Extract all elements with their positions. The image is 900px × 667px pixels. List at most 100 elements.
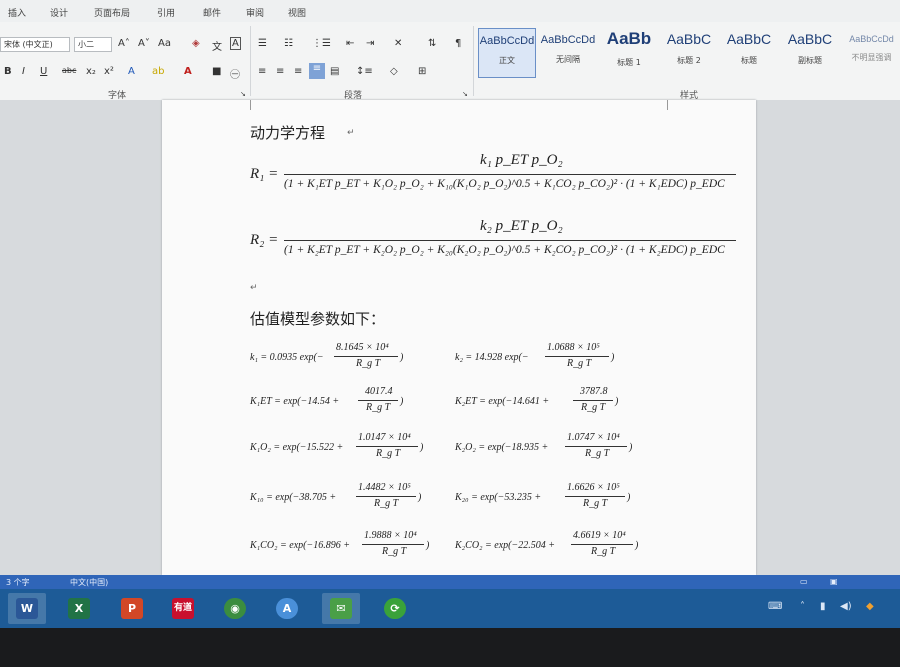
param-tail: ) bbox=[418, 492, 422, 503]
change-case-icon[interactable]: Aa bbox=[158, 38, 171, 49]
numbering-icon[interactable]: ☷ bbox=[284, 38, 293, 49]
style-no-spacing[interactable]: AaBbCcDd 无间隔 bbox=[540, 28, 596, 76]
bold-icon[interactable]: B bbox=[4, 66, 12, 77]
grow-font-icon[interactable]: A˄ bbox=[118, 38, 130, 49]
param-lhs: K₂O₂ = exp(−18.935 + bbox=[455, 442, 549, 453]
font-name-select[interactable]: 宋体 (中文正) bbox=[0, 37, 70, 52]
char-border-icon[interactable]: A bbox=[230, 37, 241, 50]
fraction-bar bbox=[545, 356, 609, 357]
equation-r1: R₁ = k₁ p_ET p_O₂ (1 + K₁ET p_ET + K₁O₂ … bbox=[250, 152, 740, 202]
fraction-bar bbox=[565, 446, 627, 447]
param-tail: ) bbox=[635, 540, 639, 551]
align-center-icon[interactable]: ≡ bbox=[276, 66, 284, 77]
superscript-icon[interactable]: x² bbox=[104, 66, 114, 77]
equation-lhs: R₁ = bbox=[250, 166, 279, 182]
fraction-bar bbox=[284, 240, 736, 241]
style-title[interactable]: AaBbC 标题 bbox=[721, 28, 777, 76]
tab-design[interactable]: 设计 bbox=[50, 6, 68, 19]
align-right-icon[interactable]: ≡ bbox=[294, 66, 302, 77]
param-tail: ) bbox=[420, 442, 424, 453]
param-denominator: R_g T bbox=[583, 498, 608, 509]
chrome-app-icon: ◉ bbox=[224, 598, 246, 619]
param-lhs: k₂ = 14.928 exp(− bbox=[455, 352, 529, 363]
line-spacing-icon[interactable]: ↕≡ bbox=[356, 66, 373, 77]
increase-indent-icon[interactable]: ⇥ bbox=[366, 38, 374, 49]
taskbar-app-youdao[interactable]: 有道 bbox=[164, 593, 202, 624]
tab-references[interactable]: 引用 bbox=[157, 6, 175, 19]
taskbar-app-360[interactable]: ⟳ bbox=[376, 593, 414, 624]
clear-format-icon[interactable]: ◈ bbox=[192, 38, 200, 49]
tab-mailings[interactable]: 邮件 bbox=[203, 6, 221, 19]
paragraph-dialog-launcher-icon[interactable]: ↘ bbox=[462, 90, 468, 98]
param-k1co2: K₁CO₂ = exp(−16.896 + 1.9888 × 10⁴ R_g T… bbox=[250, 530, 450, 564]
style-name: 标题 2 bbox=[677, 56, 701, 65]
decrease-indent-icon[interactable]: ⇤ bbox=[346, 38, 354, 49]
underline-icon[interactable]: U bbox=[40, 66, 47, 77]
align-left-icon[interactable]: ≡ bbox=[258, 66, 266, 77]
style-heading-1[interactable]: AaBb 标题 1 bbox=[601, 28, 657, 76]
tab-insert[interactable]: 插入 bbox=[8, 6, 26, 19]
print-layout-icon[interactable]: ▣ bbox=[830, 577, 838, 586]
style-normal[interactable]: AaBbCcDd 正文 bbox=[478, 28, 536, 78]
tray-arrow-icon[interactable]: ˄ bbox=[800, 601, 805, 612]
taskbar-app-word[interactable]: W bbox=[8, 593, 46, 624]
subscript-icon[interactable]: x₂ bbox=[86, 66, 96, 77]
style-subtle-emphasis[interactable]: AaBbCcDd 不明显强调 bbox=[843, 28, 900, 76]
char-shading-icon[interactable]: ■ bbox=[212, 66, 221, 77]
read-mode-icon[interactable]: ▭ bbox=[800, 577, 808, 586]
fraction-bar bbox=[571, 544, 633, 545]
param-numerator: 1.4482 × 10⁵ bbox=[358, 482, 411, 493]
param-numerator: 1.9888 × 10⁴ bbox=[364, 530, 417, 541]
param-tail: ) bbox=[611, 352, 615, 363]
network-icon[interactable]: ▮ bbox=[820, 601, 826, 612]
strikethrough-icon[interactable]: abc bbox=[62, 66, 76, 75]
equation-denominator: (1 + K₂ET p_ET + K₂O₂ p_O₂ + K₂₀(K₂O₂ p_… bbox=[284, 244, 725, 256]
style-sample: AaBbC bbox=[726, 31, 772, 47]
enclose-char-icon[interactable]: ㊀ bbox=[230, 66, 240, 81]
document-page[interactable]: 动力学方程 ↵ R₁ = k₁ p_ET p_O₂ (1 + K₁ET p_ET… bbox=[162, 100, 756, 575]
style-name: 正文 bbox=[499, 56, 515, 65]
tab-page-layout[interactable]: 页面布局 bbox=[94, 6, 130, 19]
param-lhs: K₂₀ = exp(−53.235 + bbox=[455, 492, 542, 503]
font-color-icon[interactable]: A bbox=[184, 66, 192, 77]
language-indicator[interactable]: 中文(中国) bbox=[70, 577, 108, 588]
taskbar-app-powerpoint[interactable]: P bbox=[113, 593, 151, 624]
text-effects-icon[interactable]: A bbox=[128, 66, 135, 77]
font-size-select[interactable]: 小二 bbox=[74, 37, 112, 52]
paragraph-mark: ↵ bbox=[250, 283, 258, 293]
font-dialog-launcher-icon[interactable]: ↘ bbox=[240, 90, 246, 98]
taskbar-app-wechat[interactable]: ✉ bbox=[322, 593, 360, 624]
phonetic-guide-icon[interactable]: 文 bbox=[212, 38, 222, 53]
param-numerator: 1.0688 × 10⁵ bbox=[547, 342, 600, 353]
taskbar-app-chrome[interactable]: ◉ bbox=[216, 593, 254, 624]
equation-r2: R₂ = k₂ p_ET p_O₂ (1 + K₂ET p_ET + K₂O₂ … bbox=[250, 218, 740, 268]
shrink-font-icon[interactable]: A˅ bbox=[138, 38, 150, 49]
fraction-bar bbox=[358, 400, 398, 401]
param-numerator: 3787.8 bbox=[580, 386, 608, 397]
document-area: 动力学方程 ↵ R₁ = k₁ p_ET p_O₂ (1 + K₁ET p_ET… bbox=[0, 100, 900, 575]
margin-corner-mark bbox=[250, 100, 251, 110]
justify-icon[interactable]: ≡ bbox=[309, 63, 325, 79]
borders-icon[interactable]: ⊞ bbox=[418, 66, 426, 77]
param-tail: ) bbox=[400, 396, 404, 407]
tab-review[interactable]: 审阅 bbox=[246, 6, 264, 19]
style-sample: AaBbCcDd bbox=[479, 35, 535, 47]
distributed-icon[interactable]: ▤ bbox=[330, 66, 339, 77]
style-heading-2[interactable]: AaBbC 标题 2 bbox=[661, 28, 717, 76]
style-subtitle[interactable]: AaBbC 副标题 bbox=[782, 28, 838, 76]
multilevel-list-icon[interactable]: ⋮☰ bbox=[312, 38, 331, 49]
volume-icon[interactable]: ◀) bbox=[840, 601, 852, 612]
highlight-icon[interactable]: ab bbox=[152, 66, 164, 77]
notification-icon[interactable]: ◆ bbox=[866, 601, 874, 612]
tab-view[interactable]: 视图 bbox=[288, 6, 306, 19]
taskbar-app-excel[interactable]: X bbox=[60, 593, 98, 624]
bullets-icon[interactable]: ☰ bbox=[258, 38, 267, 49]
sort-icon[interactable]: ⇅ bbox=[428, 38, 436, 49]
word-count[interactable]: 3 个字 bbox=[6, 577, 30, 588]
shading-icon[interactable]: ◇ bbox=[390, 66, 398, 77]
chinese-layout-icon[interactable]: ✕ bbox=[394, 38, 402, 49]
italic-icon[interactable]: I bbox=[22, 66, 25, 77]
taskbar-app-atext[interactable]: A bbox=[268, 593, 306, 624]
show-marks-icon[interactable]: ¶ bbox=[455, 38, 461, 49]
keyboard-icon[interactable]: ⌨ bbox=[768, 601, 782, 612]
